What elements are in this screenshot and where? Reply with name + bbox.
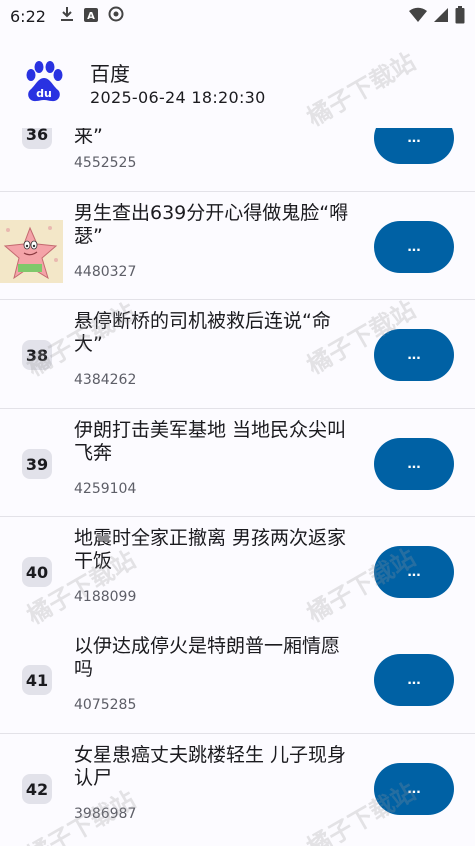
item-title: 伊朗打击美军基地 当地民众尖叫飞奔 (74, 419, 347, 464)
divider (0, 733, 475, 734)
divider (0, 191, 475, 192)
more-button[interactable]: ... (374, 438, 454, 490)
svg-text:du: du (36, 87, 52, 100)
patrick-star-thumbnail-icon (0, 220, 63, 283)
a-badge-icon: A (83, 7, 98, 26)
list-item[interactable]: 40 地震时全家正撤离 男孩两次返家干饭 4188099 ... (0, 517, 475, 625)
svg-text:A: A (87, 11, 95, 22)
rank-badge: 38 (22, 340, 52, 370)
list-item[interactable]: 42 女星患癌丈夫跳楼轻生 儿子现身认尸 3986987 ... (0, 734, 475, 842)
app-datetime: 2025-06-24 18:20:30 (90, 88, 266, 107)
rank-badge: 42 (22, 774, 52, 804)
battery-icon (455, 6, 465, 28)
item-hot-value: 4188099 (74, 589, 137, 605)
item-hot-value: 4259104 (74, 481, 137, 497)
item-title: 悬停断桥的司机被救后连说“命大” (74, 310, 331, 355)
status-time: 6:22 (10, 6, 46, 26)
more-button[interactable]: ... (374, 546, 454, 598)
baidu-paw-logo-icon: du (22, 60, 66, 104)
list-item[interactable]: 39 伊朗打击美军基地 当地民众尖叫飞奔 4259104 ... (0, 409, 475, 517)
more-button[interactable]: ... (374, 221, 454, 273)
item-hot-value: 4384262 (74, 372, 137, 388)
divider (0, 408, 475, 409)
download-icon (60, 6, 74, 26)
rank-badge: 39 (22, 449, 52, 479)
item-hot-value: 3986987 (74, 806, 137, 822)
signal-icon (433, 7, 449, 27)
settings-badge-icon (108, 6, 124, 26)
status-bar: 6:22 A (0, 0, 475, 32)
app-header: du 百度 2025-06-24 18:20:30 (0, 32, 475, 128)
item-hot-value: 4075285 (74, 697, 137, 713)
app-title: 百度 (90, 62, 130, 86)
rank-badge: 40 (22, 557, 52, 587)
divider (0, 516, 475, 517)
item-title: 以伊达成停火是特朗普一厢情愿吗 (74, 635, 341, 680)
more-button[interactable]: ... (374, 763, 454, 815)
wifi-icon (409, 7, 427, 27)
item-title: 男生查出639分开心得做鬼脸“嘚瑟” (74, 202, 349, 247)
item-hot-value: 4480327 (74, 264, 137, 280)
list-item[interactable]: 38 悬停断桥的司机被救后连说“命大” 4384262 ... (0, 300, 475, 408)
list-item[interactable]: 41 以伊达成停火是特朗普一厢情愿吗 4075285 ... (0, 625, 475, 733)
rank-badge: 41 (22, 665, 52, 695)
list-item[interactable]: 37 男生查出639分开心得做鬼脸“嘚瑟” 4480327 ... (0, 192, 475, 300)
divider (0, 299, 475, 300)
item-title: 来” (74, 125, 103, 147)
item-hot-value: 4552525 (74, 155, 137, 171)
item-title: 女星患癌丈夫跳楼轻生 儿子现身认尸 (74, 744, 347, 789)
more-button[interactable]: ... (374, 329, 454, 381)
item-title: 地震时全家正撤离 男孩两次返家干饭 (74, 527, 347, 572)
more-button[interactable]: ... (374, 654, 454, 706)
